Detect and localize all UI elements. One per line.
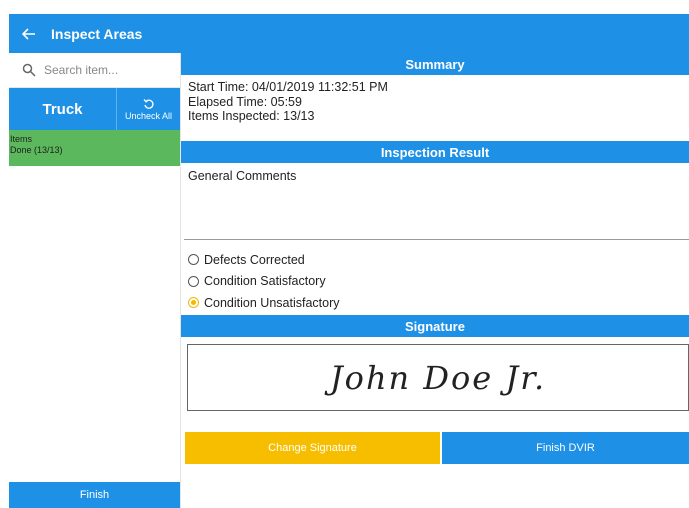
sidebar: Truck Uncheck All Items Done (13/13) Fin…: [9, 53, 181, 508]
back-button[interactable]: [9, 14, 49, 53]
finish-dvir-button[interactable]: Finish DVIR: [442, 432, 689, 464]
general-comments-label[interactable]: General Comments: [181, 163, 689, 183]
start-time: Start Time: 04/01/2019 11:32:51 PM: [188, 80, 388, 94]
elapsed-time: Elapsed Time: 05:59: [188, 94, 302, 109]
comments-divider: [184, 239, 689, 240]
radio-condition-satisfactory[interactable]: Condition Satisfactory: [188, 271, 339, 293]
radio-label: Condition Satisfactory: [204, 274, 326, 289]
condition-radio-group: Defects Corrected Condition Satisfactory…: [188, 249, 339, 314]
change-signature-button[interactable]: Change Signature: [185, 432, 440, 464]
list-item-status: Done (13/13): [10, 145, 63, 155]
radio-condition-unsatisfactory[interactable]: Condition Unsatisfactory: [188, 292, 339, 314]
signature-drawing: John Doe Jr.: [329, 358, 547, 397]
arrow-left-icon: [22, 27, 35, 40]
tab-truck[interactable]: Truck: [9, 88, 116, 130]
search-bar: [9, 53, 180, 88]
uncheck-all-button[interactable]: Uncheck All: [116, 88, 180, 130]
uncheck-all-label: Uncheck All: [124, 110, 173, 121]
page-title: Inspect Areas: [51, 25, 143, 42]
list-item-items[interactable]: Items Done (13/13): [9, 130, 180, 166]
summary-body: Start Time: 04/01/2019 11:32:51 PM Elaps…: [181, 75, 689, 141]
summary-header: Summary: [181, 53, 689, 75]
main-panel: Summary Start Time: 04/01/2019 11:32:51 …: [181, 53, 689, 508]
search-icon: [22, 63, 36, 77]
undo-icon: [143, 98, 154, 109]
radio-label: Condition Unsatisfactory: [204, 295, 340, 310]
items-inspected: Items Inspected: 13/13: [188, 109, 315, 123]
radio-circle[interactable]: [188, 254, 199, 266]
radio-label: Defects Corrected: [204, 252, 305, 267]
signature-header: Signature: [181, 315, 689, 337]
app-bar: Inspect Areas: [9, 14, 689, 53]
radio-circle-selected[interactable]: [188, 297, 199, 309]
list-item-title: Items: [10, 134, 33, 144]
inspection-result-header: Inspection Result: [181, 141, 689, 163]
search-input[interactable]: [44, 63, 164, 77]
area-tabs: Truck Uncheck All: [9, 88, 180, 130]
action-buttons: Change Signature Finish DVIR: [185, 432, 689, 464]
radio-circle[interactable]: [188, 275, 199, 287]
signature-pad[interactable]: John Doe Jr.: [187, 344, 689, 411]
radio-defects-corrected[interactable]: Defects Corrected: [188, 249, 339, 271]
finish-button[interactable]: Finish: [9, 482, 180, 508]
